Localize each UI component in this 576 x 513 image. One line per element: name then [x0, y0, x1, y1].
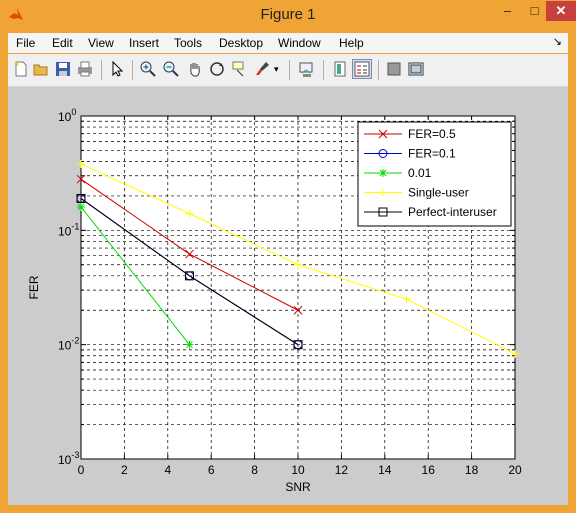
- figure-canvas: 0 2 4 6 8 10 12 14 16 18 20 100 10-1 10-2 10-3 SNR FER FE…: [8, 87, 568, 505]
- plot-svg[interactable]: 0 2 4 6 8 10 12 14 16 18 2010010-110-210-3SNRFERFE…: [8, 87, 568, 505]
- y-tick-label: 100: [58, 107, 76, 124]
- legend-label-1: FER=0.1: [408, 147, 456, 161]
- menu-tools[interactable]: Tools: [174, 36, 202, 50]
- brush-icon[interactable]: [254, 60, 272, 78]
- link-plot-icon[interactable]: [298, 60, 316, 78]
- toolbar-separator: [378, 60, 379, 80]
- y-tick-label: 10-3: [58, 450, 79, 467]
- menu-bar: File Edit View Insert Tools Desktop Wind…: [8, 33, 568, 53]
- data-cursor-icon[interactable]: [231, 60, 249, 78]
- print-icon[interactable]: [76, 60, 94, 78]
- menu-insert[interactable]: Insert: [129, 36, 159, 50]
- open-file-icon[interactable]: [32, 60, 50, 78]
- x-tick-label: 8: [251, 463, 258, 477]
- menu-window[interactable]: Window: [278, 36, 321, 50]
- new-figure-icon[interactable]: [12, 60, 30, 78]
- figure-toolbar: ▾: [8, 54, 568, 87]
- close-button[interactable]: ✕: [546, 1, 576, 21]
- rotate-3d-icon[interactable]: [208, 60, 226, 78]
- window-title: Figure 1: [260, 6, 316, 23]
- y-tick-label-base: 10: [58, 453, 72, 467]
- x-tick-label: 16: [422, 463, 436, 477]
- x-axis-label: SNR: [285, 480, 311, 494]
- figure-window: Figure 1 – □ ✕ File Edit View Insert Too…: [0, 0, 576, 513]
- legend-label-2: 0.01: [408, 166, 432, 180]
- y-axis-label: FER: [27, 275, 41, 299]
- minimize-button[interactable]: –: [494, 1, 521, 21]
- menu-help[interactable]: Help: [339, 36, 364, 50]
- x-tick-label: 4: [164, 463, 171, 477]
- y-tick-label-exponent: -1: [71, 221, 79, 231]
- y-tick-label-base: 10: [58, 224, 72, 238]
- save-icon[interactable]: [54, 60, 72, 78]
- brush-dropdown-icon[interactable]: ▾: [274, 64, 282, 82]
- x-tick-label: 0: [78, 463, 85, 477]
- show-plot-tools-icon[interactable]: [407, 60, 425, 78]
- legend-label-0: FER=0.5: [408, 127, 456, 141]
- legend-marker-2: [379, 169, 387, 177]
- x-tick-label: 6: [208, 463, 215, 477]
- x-tick-label: 14: [378, 463, 392, 477]
- data-point-series-2: [77, 202, 85, 211]
- data-point-series-2: [185, 340, 194, 349]
- maximize-button[interactable]: □: [521, 1, 548, 21]
- y-tick-label-exponent: -2: [71, 336, 79, 346]
- edit-plot-arrow-icon[interactable]: [108, 60, 126, 78]
- zoom-out-icon[interactable]: [162, 60, 180, 78]
- toolbar-separator: [132, 60, 133, 80]
- insert-colorbar-icon[interactable]: [331, 60, 349, 78]
- y-tick-label-exponent: -3: [71, 450, 79, 460]
- dock-arrow-icon[interactable]: ↘: [553, 35, 562, 48]
- x-tick-label: 18: [465, 463, 479, 477]
- y-tick-label-base: 10: [58, 110, 72, 124]
- zoom-in-icon[interactable]: [139, 60, 157, 78]
- legend-label-3: Single-user: [408, 186, 469, 200]
- legend-label-4: Perfect-interuser: [408, 205, 497, 219]
- menu-file[interactable]: File: [16, 36, 35, 50]
- toolbar-separator: [101, 60, 102, 80]
- toolbar-separator: [289, 60, 290, 80]
- pan-hand-icon[interactable]: [186, 60, 204, 78]
- insert-legend-icon[interactable]: [352, 59, 372, 79]
- toolbar-separator: [323, 60, 324, 80]
- y-tick-label: 10-1: [58, 221, 79, 238]
- x-tick-label: 2: [121, 463, 128, 477]
- hide-plot-tools-icon[interactable]: [385, 60, 403, 78]
- title-bar[interactable]: Figure 1 – □ ✕: [0, 0, 576, 30]
- y-tick-label: 10-2: [58, 336, 79, 353]
- y-tick-label-base: 10: [58, 339, 72, 353]
- menu-view[interactable]: View: [88, 36, 114, 50]
- x-tick-label: 10: [291, 463, 305, 477]
- x-tick-label: 12: [335, 463, 349, 477]
- y-tick-label-exponent: 0: [71, 107, 76, 117]
- x-tick-label: 20: [508, 463, 522, 477]
- menu-desktop[interactable]: Desktop: [219, 36, 263, 50]
- menu-edit[interactable]: Edit: [52, 36, 73, 50]
